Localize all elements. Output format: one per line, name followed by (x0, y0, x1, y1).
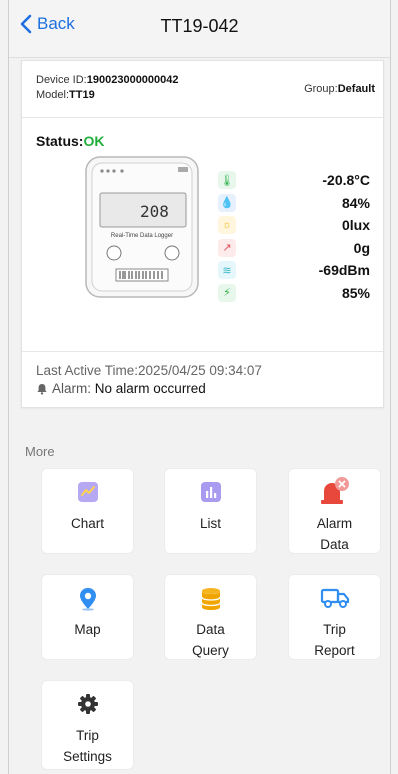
model-value: TT19 (69, 89, 95, 101)
map-pin-icon (79, 588, 96, 611)
bell-icon (37, 383, 47, 395)
device-image: 208 Real-Time Data Logger (85, 156, 199, 298)
metric-temperature: 🌡 -20.8°C (218, 169, 370, 191)
group-value: Default (337, 83, 375, 95)
alarm-data-button[interactable]: Alarm Data (288, 468, 381, 554)
signal-icon: ≋ (218, 261, 236, 279)
more-section-title: More (25, 444, 55, 459)
metric-signal: ≋ -69dBm (218, 259, 370, 281)
list-icon (200, 482, 221, 502)
device-id-label: Device ID: (36, 74, 87, 86)
map-button[interactable]: Map (41, 574, 134, 660)
tile-label: Trip Settings (63, 728, 112, 764)
page-title: TT19-042 (160, 16, 239, 36)
divider (22, 117, 383, 118)
alarm-row: Alarm: No alarm occurred (36, 381, 206, 396)
app-frame: Back TT19-042 Device ID:190023000000042 … (8, 0, 391, 774)
group-label: Group: (304, 83, 338, 95)
metric-humidity: 💧 84% (218, 192, 370, 214)
device-id-value: 190023000000042 (86, 74, 179, 86)
tile-label: Data Query (192, 622, 229, 658)
chart-button[interactable]: Chart (41, 468, 134, 554)
metric-value: 0g (353, 239, 370, 256)
shock-icon: ↗ (218, 238, 236, 257)
device-brand: Real-Time Data Logger (111, 233, 173, 239)
metric-value: 0lux (341, 217, 370, 233)
alarm-label: Alarm: (52, 381, 92, 396)
truck-icon (320, 588, 349, 608)
divider (22, 351, 383, 352)
lcd-readout: 208 (140, 202, 169, 221)
metric-shock: ↗ 0g (218, 237, 370, 259)
thermometer-icon: 🌡 (218, 171, 236, 189)
nav-bar: Back TT19-042 (9, 0, 390, 58)
group-info: Group:Default (304, 83, 375, 95)
chart-icon (77, 482, 98, 502)
model-label: Model: (36, 89, 70, 101)
tile-label: List (199, 516, 221, 531)
tile-label: Map (74, 622, 101, 637)
metric-light: ☼ 0lux (218, 214, 370, 236)
tile-label: Alarm Data (316, 516, 353, 552)
device-card: Device ID:190023000000042 Model:TT19 Gro… (21, 60, 384, 408)
metric-value: -20.8°C (322, 172, 370, 188)
tile-label: Trip Report (314, 622, 355, 658)
data-query-button[interactable]: Data Query (164, 574, 257, 660)
tile-label: Chart (70, 516, 104, 531)
gear-icon (77, 694, 98, 714)
list-button[interactable]: List (164, 468, 257, 554)
database-icon (200, 588, 221, 610)
metric-value: 85% (341, 284, 370, 301)
light-icon: ☼ (218, 216, 236, 234)
status-badge: OK (83, 133, 105, 149)
trip-settings-button[interactable]: Trip Settings (41, 680, 134, 770)
metric-battery: ⚡ 85% (218, 282, 370, 304)
battery-icon: ⚡ (218, 283, 236, 302)
metric-value: 84% (341, 194, 370, 211)
alarm-value: No alarm occurred (94, 381, 206, 396)
alarm-siren-icon (320, 477, 349, 504)
humidity-icon: 💧 (218, 193, 236, 212)
status-label: Status: (36, 133, 84, 149)
sensor-metrics: 🌡 -20.8°C 💧 84% ☼ 0lux ↗ 0g ≋ -69dBm ⚡ 8 (218, 169, 370, 304)
device-info: Device ID:190023000000042 Model:TT19 (36, 73, 179, 103)
status-row: Status:OK (36, 133, 104, 149)
trip-report-button[interactable]: Trip Report (288, 574, 381, 660)
last-active-time: Last Active Time:2025/04/25 09:34:07 (36, 363, 262, 378)
metric-value: -69dBm (318, 262, 370, 278)
